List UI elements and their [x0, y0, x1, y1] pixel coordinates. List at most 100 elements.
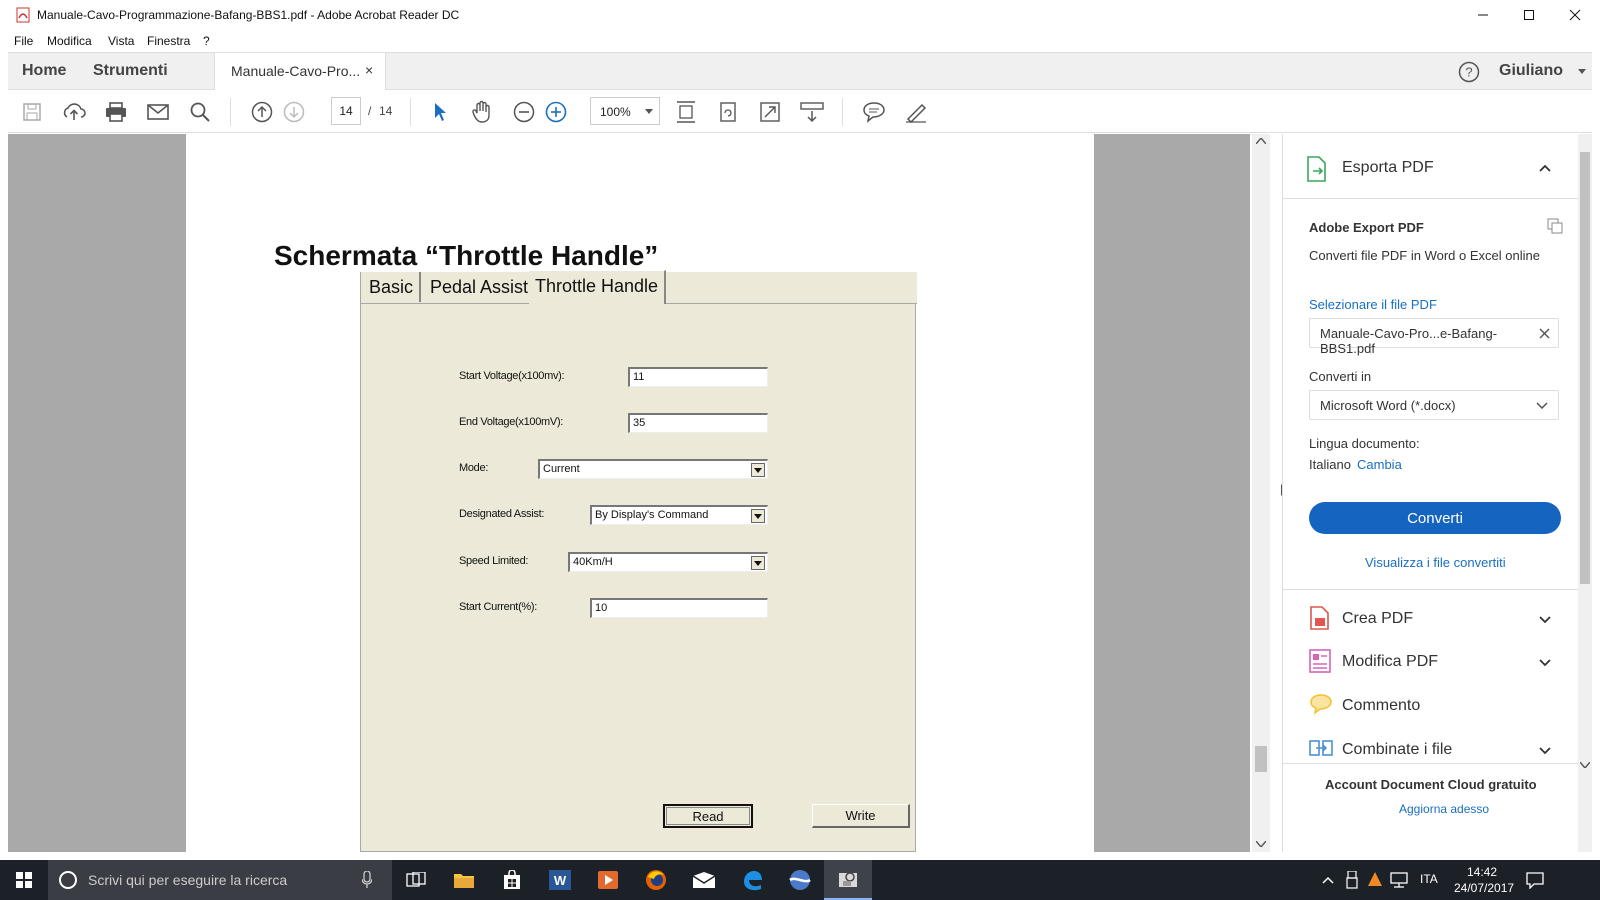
scroll-down-icon[interactable]	[1256, 841, 1266, 847]
clear-file-icon[interactable]	[1539, 328, 1550, 339]
selected-file-field[interactable]: Manuale-Cavo-Pro...e-Bafang-BBS1.pdf	[1309, 318, 1559, 356]
select-cursor-icon[interactable]	[426, 98, 454, 126]
scroll-up-icon[interactable]	[1256, 138, 1266, 144]
start-current-field: 10	[590, 598, 768, 618]
mode-label: Mode:	[459, 462, 489, 474]
user-dropdown-icon[interactable]	[1578, 69, 1586, 75]
clock-date[interactable]: 24/07/2017	[1454, 881, 1514, 895]
create-pdf-icon	[1309, 606, 1331, 630]
convert-to-label: Converti in	[1309, 369, 1372, 384]
tool-combine-files[interactable]: Combinate i file	[1283, 733, 1579, 763]
clock-time[interactable]: 14:42	[1467, 865, 1497, 879]
adobe-export-title: Adobe Export PDF	[1309, 220, 1424, 235]
input-language-indicator[interactable]: ITA	[1420, 872, 1438, 886]
upgrade-now-link[interactable]: Aggiorna adesso	[1399, 802, 1489, 816]
word-icon[interactable]: W	[536, 860, 584, 900]
minimize-button[interactable]	[1460, 0, 1506, 30]
edge-icon[interactable]	[728, 860, 776, 900]
scroll-thumb[interactable]	[1255, 746, 1267, 772]
export-info-icon[interactable]	[1547, 218, 1563, 234]
previous-page-icon[interactable]	[248, 98, 276, 126]
taskbar-search-box[interactable]: Scrivi qui per eseguire la ricerca	[48, 860, 392, 900]
media-player-icon[interactable]	[584, 860, 632, 900]
tab-tools[interactable]: Strumenti	[93, 62, 168, 80]
store-icon[interactable]	[488, 860, 536, 900]
network-icon[interactable]	[1390, 872, 1408, 888]
divider	[1283, 198, 1579, 199]
speed-limited-value: 40Km/H	[573, 556, 613, 568]
email-icon[interactable]	[144, 98, 172, 126]
change-language-link[interactable]: Cambia	[1357, 457, 1402, 472]
comment-icon[interactable]	[860, 98, 888, 126]
acrobat-reader-taskbar-icon[interactable]	[824, 860, 872, 900]
tab-home[interactable]: Home	[22, 62, 66, 80]
menu-finestra[interactable]: Finestra	[147, 34, 190, 48]
page-total: 14	[379, 104, 393, 118]
fit-page-icon[interactable]	[672, 98, 700, 126]
tool-comment[interactable]: Commento	[1283, 689, 1579, 725]
tray-overflow-chevron-icon[interactable]	[1322, 876, 1334, 884]
scroll-down-icon[interactable]	[1580, 762, 1590, 768]
menu-file[interactable]: File	[14, 34, 33, 48]
help-icon[interactable]: ?	[1458, 61, 1480, 83]
tool-edit-pdf[interactable]: Modifica PDF	[1283, 645, 1579, 681]
select-file-label[interactable]: Selezionare il file PDF	[1309, 297, 1437, 312]
divider	[1283, 589, 1579, 590]
google-earth-icon[interactable]	[776, 860, 824, 900]
mail-icon[interactable]	[680, 860, 728, 900]
page-number-input[interactable]: 14	[331, 97, 361, 125]
scroll-mode-icon[interactable]	[798, 98, 826, 126]
view-converted-files-link[interactable]: Visualizza i file convertiti	[1365, 555, 1506, 570]
scroll-thumb[interactable]	[1580, 152, 1590, 584]
collapse-chevron-up-icon[interactable]	[1539, 164, 1551, 172]
print-icon[interactable]	[102, 98, 130, 126]
close-window-button[interactable]	[1552, 0, 1598, 30]
speed-limited-select: 40Km/H	[568, 552, 768, 572]
task-view-icon[interactable]	[392, 860, 440, 900]
convert-button[interactable]: Converti	[1309, 502, 1561, 534]
right-pane-scrollbar[interactable]	[1578, 134, 1592, 852]
document-language-value: Italiano	[1309, 457, 1351, 472]
start-current-label: Start Current(%):	[459, 601, 538, 613]
app-tray-icon[interactable]	[1366, 870, 1384, 888]
export-pdf-title[interactable]: Esporta PDF	[1342, 159, 1434, 177]
close-tab-icon[interactable]: ×	[365, 62, 373, 78]
right-tools-pane: Esporta PDF Adobe Export PDF Converti fi…	[1282, 134, 1579, 852]
file-explorer-icon[interactable]	[440, 860, 488, 900]
sign-pen-icon[interactable]	[902, 98, 930, 126]
zoom-out-icon[interactable]	[510, 98, 538, 126]
microphone-icon[interactable]	[362, 871, 372, 889]
upload-cloud-icon[interactable]	[60, 98, 88, 126]
user-name[interactable]: Giuliano	[1499, 62, 1563, 80]
search-icon[interactable]	[186, 98, 214, 126]
rotate-page-icon[interactable]	[714, 98, 742, 126]
next-page-icon[interactable]	[280, 98, 308, 126]
tab-document[interactable]: Manuale-Cavo-Pro... ×	[214, 53, 386, 90]
firefox-icon[interactable]	[632, 860, 680, 900]
tool-label: Combinate i file	[1342, 741, 1453, 758]
toolbar-separator	[230, 98, 231, 126]
hand-tool-icon[interactable]	[468, 98, 496, 126]
menu-vista[interactable]: Vista	[108, 34, 134, 48]
read-button: Read	[663, 804, 753, 828]
start-voltage-field: 11	[628, 367, 768, 387]
maximize-button[interactable]	[1506, 0, 1552, 30]
zoom-select[interactable]: 100%	[590, 97, 660, 125]
save-icon[interactable]	[18, 98, 46, 126]
convert-to-select[interactable]: Microsoft Word (*.docx)	[1309, 390, 1559, 420]
cloud-account-title: Account Document Cloud gratuito	[1325, 777, 1537, 792]
usb-device-icon[interactable]	[1346, 871, 1358, 889]
windows-start-icon[interactable]	[0, 860, 48, 900]
document-scrollbar[interactable]	[1252, 134, 1270, 852]
tool-create-pdf[interactable]: Crea PDF	[1283, 602, 1579, 638]
svg-text:?: ?	[1465, 65, 1472, 80]
divider	[1283, 763, 1579, 764]
full-screen-icon[interactable]	[756, 98, 784, 126]
zoom-in-icon[interactable]	[542, 98, 570, 126]
action-center-icon[interactable]	[1526, 871, 1544, 889]
end-voltage-field: 35	[628, 413, 768, 433]
menu-modifica[interactable]: Modifica	[47, 34, 92, 48]
menu-help[interactable]: ?	[203, 34, 210, 48]
toolbar-separator	[410, 98, 411, 126]
search-placeholder: Scrivi qui per eseguire la ricerca	[88, 872, 288, 888]
